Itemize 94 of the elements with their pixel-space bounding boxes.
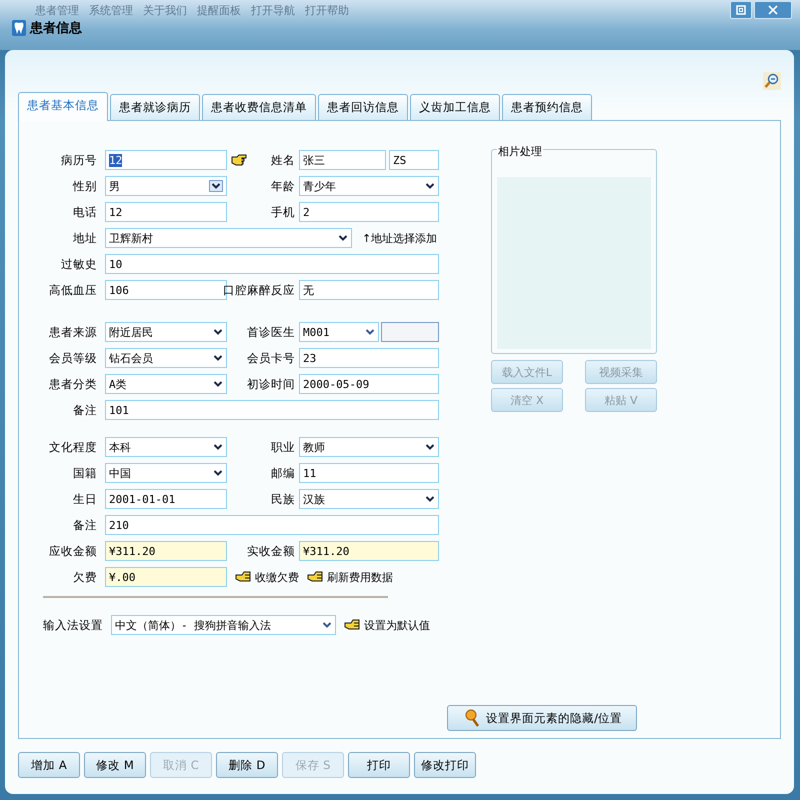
field-label: 备注: [73, 402, 97, 418]
toolbar-button[interactable]: 修改 M: [84, 752, 146, 778]
dropdown[interactable]: 中国: [105, 463, 227, 483]
chevron-icon[interactable]: [425, 495, 435, 503]
tab[interactable]: 患者收费信息清单: [202, 94, 316, 120]
field-label: 实收金额: [247, 544, 295, 558]
text-field[interactable]: 12: [105, 202, 227, 222]
amount-field[interactable]: ¥311.20: [105, 541, 227, 561]
tab[interactable]: 患者就诊病历: [110, 94, 200, 120]
window-title: 患者信息: [30, 20, 82, 37]
chevron-icon[interactable]: [213, 328, 223, 336]
text-field[interactable]: 无: [299, 280, 439, 300]
field-label: 欠费: [73, 570, 97, 584]
field-label: 应收金额: [49, 544, 97, 558]
field-label: 会员等级: [49, 350, 97, 366]
tooth-icon: [12, 20, 26, 36]
chevron-icon[interactable]: [213, 354, 223, 362]
field-label: 地址: [73, 230, 97, 246]
chevron-icon[interactable]: [209, 180, 223, 192]
field-label: 性别: [73, 178, 97, 194]
field-label: 备注: [73, 518, 97, 532]
text-field[interactable]: 10: [105, 254, 439, 274]
pointing-hand-icon[interactable]: [231, 154, 247, 166]
chevron-icon[interactable]: [425, 443, 435, 451]
chevron-icon[interactable]: [425, 182, 435, 190]
text-field[interactable]: 23: [299, 348, 439, 368]
field-label: 民族: [271, 492, 295, 506]
dropdown[interactable]: 教师: [299, 437, 439, 457]
address-link[interactable]: ↑地址选择添加: [362, 230, 438, 246]
field-label: 电话: [73, 204, 97, 220]
tab[interactable]: 义齿加工信息: [410, 94, 500, 120]
text-field[interactable]: 2001-01-01: [105, 489, 227, 509]
toolbar-button[interactable]: 打印: [348, 752, 410, 778]
amount-field[interactable]: ¥.00: [105, 567, 227, 587]
field-label: 姓名: [271, 152, 295, 168]
action-link[interactable]: 刷新费用数据: [327, 570, 393, 584]
hand-icon: [344, 619, 362, 631]
text-field[interactable]: [381, 322, 439, 342]
tab[interactable]: 患者预约信息: [502, 94, 592, 120]
amount-field[interactable]: ¥311.20: [299, 541, 439, 561]
field-label: 首诊医生: [247, 324, 295, 340]
toolbar-button[interactable]: 删除 D: [216, 752, 278, 778]
text-field[interactable]: 12: [105, 150, 227, 170]
field-label: 会员卡号: [247, 350, 295, 366]
text-field[interactable]: 张三: [299, 150, 386, 170]
tab[interactable]: 患者基本信息: [18, 92, 108, 121]
field-label: 过敏史: [61, 256, 97, 272]
text-field[interactable]: 11: [299, 463, 439, 483]
field-label: 国籍: [73, 466, 97, 480]
hand-icon: [235, 571, 253, 583]
toolbar-button[interactable]: 增加 A: [18, 752, 80, 778]
field-label: 初诊时间: [247, 376, 295, 392]
action-link[interactable]: 收缴欠费: [255, 570, 299, 584]
action-link[interactable]: 设置为默认值: [364, 618, 430, 632]
text-field[interactable]: 2000-05-09: [299, 374, 439, 394]
group-title: 相片处理: [497, 144, 543, 159]
tab[interactable]: 患者回访信息: [318, 94, 408, 120]
text-field[interactable]: ZS: [389, 150, 439, 170]
dropdown[interactable]: 本科: [105, 437, 227, 457]
field-label: 高低血压: [49, 282, 97, 298]
hand-icon: [307, 571, 325, 583]
dropdown[interactable]: M001: [299, 322, 379, 342]
layout-settings-button[interactable]: 设置界面元素的隐藏/位置: [447, 705, 637, 731]
dropdown[interactable]: 卫辉新村: [105, 228, 352, 248]
field-label: 输入法设置: [42, 618, 103, 632]
dropdown[interactable]: 附近居民: [105, 322, 227, 342]
field-label: 生日: [73, 492, 97, 506]
chevron-icon[interactable]: [338, 234, 348, 242]
zoom-out-icon[interactable]: [763, 72, 781, 90]
field-label: 患者分类: [49, 376, 97, 392]
field-label: 年龄: [271, 178, 295, 194]
close-icon[interactable]: [754, 1, 792, 19]
field-label: 病历号: [61, 152, 97, 168]
field-label: 患者来源: [49, 324, 97, 340]
text-field[interactable]: 2: [299, 202, 439, 222]
chevron-icon[interactable]: [365, 328, 375, 336]
text-field[interactable]: 101: [105, 400, 439, 420]
chevron-icon[interactable]: [213, 469, 223, 477]
chevron-icon[interactable]: [213, 380, 223, 388]
field-label: 邮编: [271, 466, 295, 480]
dropdown[interactable]: 钻石会员: [105, 348, 227, 368]
dropdown[interactable]: 中文（简体）- 搜狗拼音输入法: [111, 615, 336, 635]
dropdown[interactable]: A类: [105, 374, 227, 394]
field-label: 文化程度: [49, 440, 97, 454]
toolbar-button[interactable]: 修改打印: [414, 752, 476, 778]
dropdown[interactable]: 青少年: [299, 176, 439, 196]
field-label: 职业: [271, 440, 295, 454]
text-field[interactable]: 210: [105, 515, 439, 535]
field-label: 手机: [271, 204, 295, 220]
dropdown[interactable]: 男: [105, 176, 227, 196]
restore-icon[interactable]: [730, 1, 752, 19]
chevron-icon[interactable]: [213, 443, 223, 451]
dropdown[interactable]: 汉族: [299, 489, 439, 509]
chevron-icon[interactable]: [322, 621, 332, 629]
